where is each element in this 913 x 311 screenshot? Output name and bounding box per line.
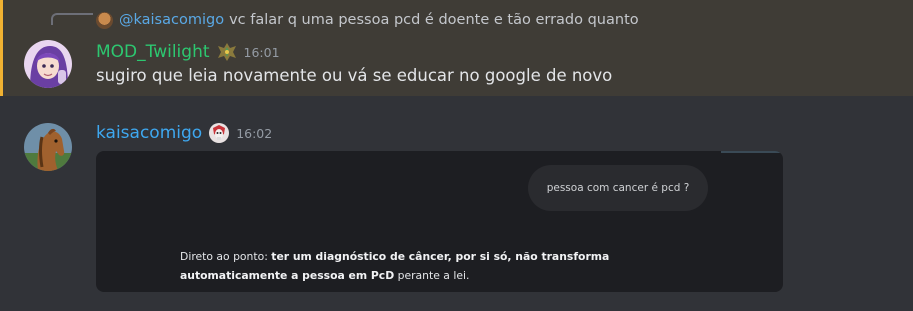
- answer-prefix: Direto ao ponto:: [180, 250, 272, 263]
- answer-text: Direto ao ponto: ter um diagnóstico de c…: [180, 247, 700, 285]
- reply-username[interactable]: @kaisacomigo: [119, 12, 224, 28]
- reply-text: vc falar q uma pessoa pcd é doente e tão…: [229, 12, 639, 28]
- answer-suffix: perante a lei.: [394, 269, 470, 282]
- username[interactable]: MOD_Twilight: [96, 42, 210, 62]
- question-bubble: pessoa com cancer é pcd ?: [528, 165, 708, 211]
- avatar[interactable]: [24, 40, 72, 88]
- message-header: kaisacomigo 16:02: [96, 121, 272, 145]
- timestamp[interactable]: 16:02: [236, 126, 272, 141]
- guild-crest-icon[interactable]: [216, 41, 238, 63]
- reply-avatar-icon: [96, 11, 113, 29]
- reply-preview[interactable]: @kaisacomigo vc falar q uma pessoa pcd é…: [96, 8, 639, 32]
- reply-connector: [51, 13, 93, 25]
- username[interactable]: kaisacomigo: [96, 123, 202, 143]
- timestamp[interactable]: 16:01: [244, 45, 280, 60]
- image-attachment[interactable]: pessoa com cancer é pcd ? Direto ao pont…: [96, 151, 783, 292]
- attachment-divider: [721, 151, 783, 153]
- message-header: MOD_Twilight 16:01: [96, 40, 280, 64]
- skull-badge-icon[interactable]: [208, 122, 230, 144]
- avatar[interactable]: [24, 123, 72, 171]
- message-text: sugiro que leia novamente ou vá se educa…: [96, 66, 613, 85]
